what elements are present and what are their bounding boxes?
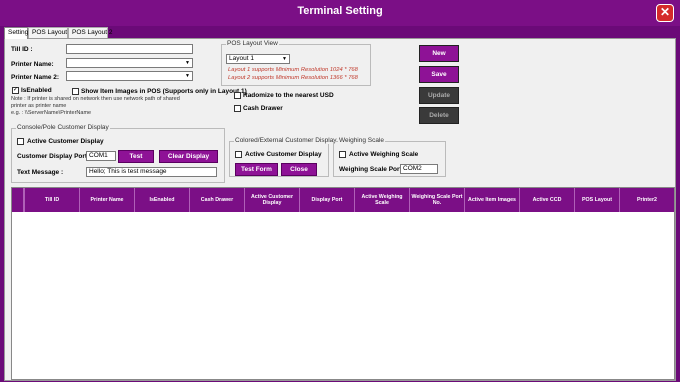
terminal-setting-window: Terminal Setting ✕ Setting POS Layout 1 … <box>0 0 680 382</box>
is-enabled-label: IsEnabled <box>21 87 52 94</box>
col-printer-name[interactable]: Printer Name <box>79 188 134 212</box>
layout-1-note: Layout 1 supports Minimum Resolution 102… <box>228 67 358 73</box>
show-images-label: Show Item Images in POS (Supports only i… <box>81 88 247 95</box>
is-enabled-checkbox[interactable]: ✓ <box>12 87 19 94</box>
weighing-port-label: Weighing Scale Port : <box>339 166 406 173</box>
pos-layout-group-title: POS Layout View <box>226 40 279 47</box>
col-active-weighing-scale[interactable]: Active Weighing Scale <box>354 188 409 212</box>
console-display-group: Console/Pole Customer Display Active Cus… <box>11 124 225 183</box>
settings-panel: Till ID : Printer Name: ▼ Printer Name 2… <box>4 38 676 381</box>
printer-name-label: Printer Name: <box>11 61 54 68</box>
colored-display-group: Colored/External Customer Display Active… <box>229 137 338 177</box>
chevron-down-icon: ▼ <box>282 56 287 62</box>
chevron-down-icon: ▼ <box>185 73 190 79</box>
console-test-button[interactable]: Test <box>118 150 154 163</box>
test-form-button[interactable]: Test Form <box>235 163 278 176</box>
col-is-enabled[interactable]: IsEnabled <box>134 188 189 212</box>
console-port-input[interactable]: COM1 <box>86 151 116 161</box>
layout-2-note: Layout 2 supports Minimum Resolution 136… <box>228 75 358 81</box>
grid-header: Till ID Printer Name IsEnabled Cash Draw… <box>12 188 674 212</box>
randomize-label: Radomize to the nearest USD <box>243 92 334 99</box>
col-printer2[interactable]: Printer2 <box>619 188 674 212</box>
weighing-scale-group-title: Weighing Scale <box>338 137 386 144</box>
col-active-item-images[interactable]: Active Item Images <box>464 188 519 212</box>
save-button[interactable]: Save <box>419 66 459 83</box>
colored-active-label: Active Customer Display <box>245 151 322 158</box>
colored-active-checkbox[interactable] <box>235 151 242 158</box>
colored-close-button[interactable]: Close <box>281 163 317 176</box>
note-line-1: Note : If printer is shared on network t… <box>11 96 180 102</box>
printer-name-select[interactable]: ▼ <box>66 58 193 68</box>
weighing-scale-group: Weighing Scale Active Weighing Scale Wei… <box>333 137 446 177</box>
title-bar: Terminal Setting ✕ <box>0 0 680 26</box>
col-weighing-scale-port[interactable]: Weighing Scale Port No. <box>409 188 464 212</box>
terminal-grid[interactable]: Till ID Printer Name IsEnabled Cash Draw… <box>11 187 675 380</box>
clear-display-button[interactable]: Clear Display <box>159 150 218 163</box>
randomize-checkbox[interactable] <box>234 92 241 99</box>
col-cash-drawer[interactable]: Cash Drawer <box>189 188 244 212</box>
weighing-port-input[interactable]: COM2 <box>400 164 438 174</box>
text-message-label: Text Message : <box>17 169 64 176</box>
weighing-active-label: Active Weighing Scale <box>349 151 419 158</box>
note-line-3: e.g. : \\ServerName\PrinterName <box>11 110 92 116</box>
text-message-input[interactable]: Hello; This is test message <box>86 167 217 177</box>
cash-drawer-checkbox[interactable] <box>234 105 241 112</box>
tab-setting[interactable]: Setting <box>4 27 28 39</box>
col-pos-layout[interactable]: POS Layout <box>574 188 619 212</box>
pos-layout-selected: Layout 1 <box>229 55 254 62</box>
console-port-label: Customer Display Port : <box>17 153 92 160</box>
show-images-checkbox[interactable] <box>72 88 79 95</box>
weighing-active-checkbox[interactable] <box>339 151 346 158</box>
note-line-2: printer as printer name <box>11 103 67 109</box>
cash-drawer-label: Cash Drawer <box>243 105 283 112</box>
console-active-label: Active Customer Display <box>27 138 104 145</box>
col-display-port[interactable]: Display Port <box>299 188 354 212</box>
update-button[interactable]: Update <box>419 87 459 104</box>
window-title: Terminal Setting <box>297 5 383 17</box>
col-active-ccd[interactable]: Active CCD <box>519 188 574 212</box>
pos-layout-group: POS Layout View Layout 1 ▼ Layout 1 suppo… <box>221 40 371 86</box>
console-active-checkbox[interactable] <box>17 138 24 145</box>
colored-display-group-title: Colored/External Customer Display <box>234 137 338 144</box>
till-id-label: Till ID : <box>11 46 33 53</box>
console-display-group-title: Console/Pole Customer Display <box>16 124 110 131</box>
pos-layout-select[interactable]: Layout 1 ▼ <box>226 54 290 64</box>
col-active-customer-display[interactable]: Active Customer Display <box>244 188 299 212</box>
col-till-id[interactable]: Till ID <box>24 188 79 212</box>
till-id-input[interactable] <box>66 44 193 54</box>
printer-name2-label: Printer Name 2: <box>11 74 60 81</box>
chevron-down-icon: ▼ <box>185 60 190 66</box>
delete-button[interactable]: Delete <box>419 107 459 124</box>
printer-name2-select[interactable]: ▼ <box>66 71 193 81</box>
grid-row-header <box>12 188 24 212</box>
close-icon[interactable]: ✕ <box>656 4 674 22</box>
new-button[interactable]: New <box>419 45 459 62</box>
